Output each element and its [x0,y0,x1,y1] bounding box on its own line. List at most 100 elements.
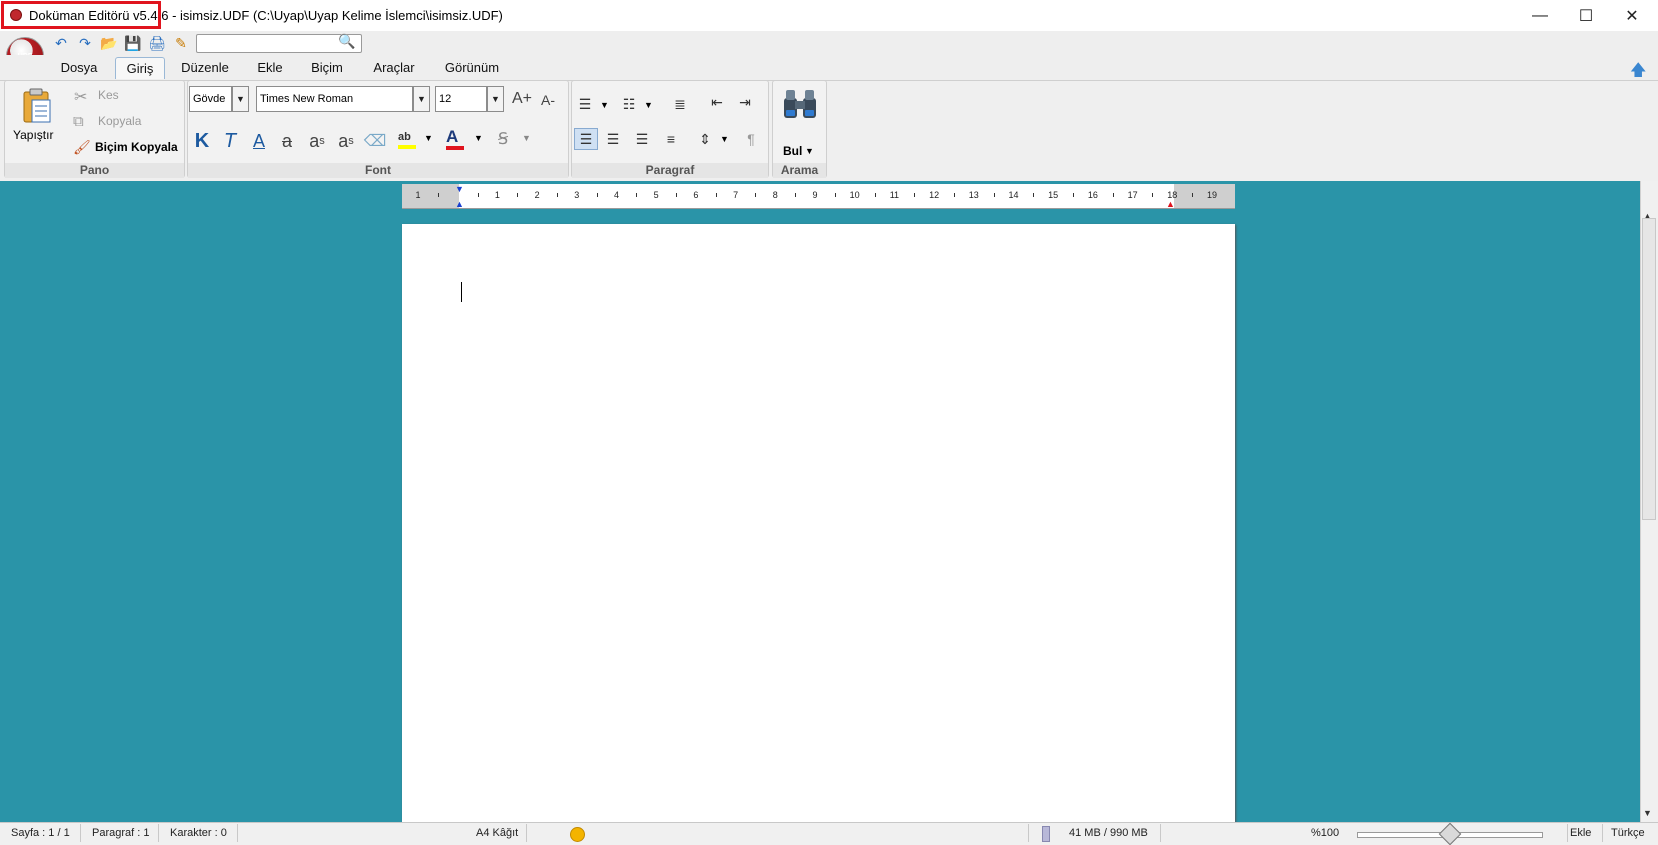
search-icon[interactable]: 🔍 [338,33,355,50]
copy-button[interactable]: Kopyala [98,114,141,128]
cut-button[interactable]: Kes [98,88,119,102]
multilevel-list-button[interactable]: ≣ [669,93,691,115]
increase-indent-button[interactable]: ⇥ [734,91,756,113]
close-button[interactable]: ✕ [1609,0,1655,31]
status-separator [1602,824,1603,842]
italic-button[interactable]: T [220,130,240,152]
print-icon: 🖨 [148,34,166,51]
align-left-button[interactable]: ☰ [574,128,598,150]
chevron-down-icon: ▼ [491,94,500,104]
highlight-button[interactable]: ab [398,129,418,151]
justify-button[interactable]: ≡ [660,128,682,150]
superscript-mark: s [348,135,354,147]
text-effects-button[interactable]: Ꞩ [498,129,508,149]
text-effects-dropdown-icon[interactable]: ▼ [522,133,531,143]
ruler-tick [993,193,995,197]
tab-araclar[interactable]: Araçlar [368,57,420,78]
scrollbar-thumb[interactable] [1642,218,1656,520]
superscript-button[interactable]: as [334,130,358,152]
format-painter-button[interactable]: Biçim Kopyala [95,140,178,154]
eraser-icon: ⌫ [363,133,387,150]
numbered-list-button[interactable]: ☷ [618,93,640,115]
ruler-tick [1192,193,1194,197]
font-family-combo[interactable]: Times New Roman [256,86,413,112]
line-spacing-dropdown-icon[interactable]: ▼ [720,134,729,144]
redo-button[interactable]: ↷ [77,35,93,51]
strikethrough-button[interactable]: a [277,130,297,152]
find-icon-button[interactable] [782,88,818,122]
right-indent-marker[interactable]: ▲ [1166,199,1175,209]
bold-button[interactable]: K [192,130,212,152]
font-size-combo[interactable]: 12 [435,86,487,112]
ruler-tick [755,193,757,197]
undo-button[interactable]: ↶ [53,35,69,51]
align-right-button[interactable]: ☰ [631,128,653,150]
tab-duzenle[interactable]: Düzenle [178,57,232,78]
grow-font-button[interactable]: A+ [512,90,532,108]
style-dropdown-button[interactable]: ▼ [232,86,249,112]
find-dropdown-icon[interactable]: ▼ [805,146,814,156]
pilcrow-icon: ¶ [747,131,755,147]
bullet-list-dropdown-icon[interactable]: ▼ [600,100,609,110]
ruler-tick [914,193,916,197]
memory-bar [1042,826,1050,842]
subscript-button[interactable]: as [305,130,329,152]
ruler-tick [1112,193,1114,197]
decrease-indent-button[interactable]: ⇤ [706,91,728,113]
shrink-font-button[interactable]: A- [541,92,555,108]
ruler-number: 11 [889,190,900,200]
ruler-tick [834,193,836,197]
hanging-indent-marker[interactable]: ▲ [455,199,464,209]
ruler-number: 5 [653,190,659,200]
status-chars: Karakter : 0 [170,827,227,839]
status-smiley-icon[interactable] [570,827,585,842]
document-page[interactable] [402,224,1235,824]
edit-button[interactable]: ✎ [173,35,189,51]
highlight-dropdown-icon[interactable]: ▼ [424,133,433,143]
ruler-number: 12 [929,190,940,200]
font-color-button[interactable]: A [446,127,466,151]
first-line-indent-marker[interactable]: ▼ [455,184,464,194]
tab-gorunum[interactable]: Görünüm [440,57,504,78]
status-language[interactable]: Türkçe [1611,827,1645,839]
tab-bicim[interactable]: Biçim [306,57,348,78]
save-button[interactable]: 💾 [124,35,141,51]
text-effects-icon: Ꞩ [498,131,509,148]
scissors-icon[interactable]: ✂ [74,87,87,107]
align-center-button[interactable]: ☰ [602,128,624,150]
minimize-button[interactable]: — [1517,0,1563,31]
font-family-dropdown-button[interactable]: ▼ [413,86,430,112]
clear-format-button[interactable]: ⌫ [363,130,387,152]
font-color-dropdown-icon[interactable]: ▼ [474,133,483,143]
highlight-color-bar [398,145,416,149]
status-insert-mode[interactable]: Ekle [1570,827,1591,839]
paste-label[interactable]: Yapıştır [13,128,53,142]
status-memory[interactable]: 41 MB / 990 MB [1069,827,1148,839]
status-separator [1028,824,1029,842]
status-paper[interactable]: A4 Kâğıt [476,827,518,839]
style-combo[interactable]: Gövde [189,86,232,112]
bullet-list-button[interactable]: ☰ [574,93,596,115]
paste-button[interactable] [18,88,54,124]
copy-icon[interactable]: ⧉ [73,113,84,130]
format-painter-icon[interactable]: 🖌 [73,139,91,156]
tab-ekle[interactable]: Ekle [250,57,290,78]
find-button[interactable]: Bul [783,144,802,158]
open-button[interactable]: 📂 [100,35,117,51]
text-caret [461,282,462,302]
ruler-number: 1 [415,190,421,200]
scroll-down-icon[interactable]: ▼ [1643,808,1652,818]
ruler-tick [715,193,717,197]
decrease-indent-icon: ⇤ [711,93,723,110]
increase-indent-icon: ⇥ [739,93,751,110]
numbered-list-dropdown-icon[interactable]: ▼ [644,100,653,110]
maximize-button[interactable]: ☐ [1563,0,1609,31]
font-size-dropdown-button[interactable]: ▼ [487,86,504,112]
line-spacing-button[interactable]: ⇕ [694,128,716,150]
tab-giris[interactable]: Giriş [115,57,165,79]
print-button[interactable]: 🖨 [148,34,166,51]
tab-dosya[interactable]: Dosya [58,57,100,78]
underline-button[interactable]: A [249,130,269,152]
show-marks-button[interactable]: ¶ [740,128,762,150]
multilevel-list-icon: ≣ [674,95,686,112]
